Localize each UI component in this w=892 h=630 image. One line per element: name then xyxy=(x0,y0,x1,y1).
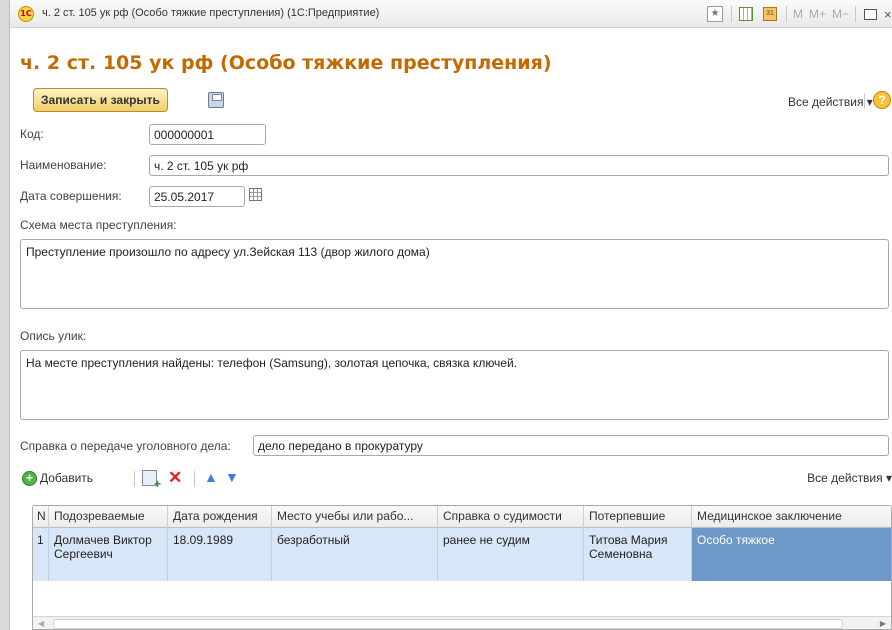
transfer-label: Справка о передаче уголовного дела: xyxy=(20,439,231,453)
column-header-workplace[interactable]: Место учебы или рабо... xyxy=(272,506,438,528)
delete-row-icon[interactable]: ✕ xyxy=(168,468,182,488)
add-row-button[interactable]: + Добавить xyxy=(22,467,93,489)
document-title: ч. 2 ст. 105 ук рф (Особо тяжкие преступ… xyxy=(20,52,552,74)
cell-suspect[interactable]: Долмачев Виктор Сергеевич xyxy=(49,528,168,581)
scrollbar-thumb[interactable] xyxy=(53,619,843,629)
close-button[interactable]: × xyxy=(884,5,892,23)
calculator-icon xyxy=(738,7,753,21)
cell-victim[interactable]: Титова Мария Семеновна xyxy=(584,528,692,581)
title-bar: 1С ч. 2 ст. 105 ук рф (Особо тяжкие прес… xyxy=(10,0,892,28)
calendar-icon: 31 xyxy=(762,7,777,21)
column-header-medical[interactable]: Медицинское заключение xyxy=(692,506,891,528)
column-header-n[interactable]: N xyxy=(33,506,49,528)
column-header-suspects[interactable]: Подозреваемые xyxy=(49,506,168,528)
scheme-label: Схема места преступления: xyxy=(20,218,177,232)
window-title: ч. 2 ст. 105 ук рф (Особо тяжкие преступ… xyxy=(42,7,380,19)
cell-medical-conclusion[interactable]: Особо тяжкое xyxy=(692,528,891,581)
name-field[interactable] xyxy=(149,155,889,176)
toolbar-separator xyxy=(864,93,865,109)
calendar-icon xyxy=(249,188,262,201)
date-label: Дата совершения: xyxy=(20,189,122,203)
maximize-icon xyxy=(863,8,877,20)
document-window: 1С ч. 2 ст. 105 ук рф (Особо тяжкие прес… xyxy=(10,0,892,630)
calculator-button[interactable] xyxy=(736,5,756,23)
name-label: Наименование: xyxy=(20,158,107,172)
add-label: Добавить xyxy=(40,471,94,485)
table-header: N Подозреваемые Дата рождения Место учеб… xyxy=(33,506,891,528)
code-label: Код: xyxy=(20,127,44,141)
suspects-table[interactable]: N Подозреваемые Дата рождения Место учеб… xyxy=(32,505,892,630)
horizontal-scrollbar[interactable]: ◀ ▶ xyxy=(33,616,891,629)
memory-minus-button[interactable]: M− xyxy=(832,7,849,21)
cell-n: 1 xyxy=(33,528,49,581)
date-picker-button[interactable] xyxy=(248,187,264,203)
table-toolbar: + Добавить ✕ ▲ ▼ Все действия ▾ xyxy=(22,467,892,491)
help-icon[interactable]: ? xyxy=(873,91,891,109)
all-actions-menu[interactable]: Все действия ▾ xyxy=(788,95,873,109)
toolbar-separator xyxy=(194,471,195,487)
table-row[interactable]: 1 Долмачев Виктор Сергеевич 18.09.1989 б… xyxy=(33,528,891,581)
toolbar-separator xyxy=(134,471,135,487)
title-separator xyxy=(730,6,732,22)
date-field[interactable] xyxy=(149,186,245,207)
cell-criminal-record[interactable]: ранее не судим xyxy=(438,528,584,581)
evidence-label: Опись улик: xyxy=(20,329,87,343)
title-separator xyxy=(785,6,787,22)
maximize-button[interactable] xyxy=(860,5,880,23)
memory-m-button[interactable]: M xyxy=(793,7,803,21)
scroll-right-icon[interactable]: ▶ xyxy=(880,619,886,628)
copy-row-icon[interactable] xyxy=(142,470,161,491)
save-and-close-button[interactable]: Записать и закрыть xyxy=(33,88,168,112)
add-icon: + xyxy=(22,470,37,486)
column-header-victims[interactable]: Потерпевшие xyxy=(584,506,692,528)
column-header-criminal-record[interactable]: Справка о судимости xyxy=(438,506,584,528)
move-down-icon[interactable]: ▼ xyxy=(225,469,239,485)
save-icon[interactable] xyxy=(208,92,224,108)
star-icon: ★ xyxy=(706,6,723,22)
memory-plus-button[interactable]: M+ xyxy=(809,7,826,21)
cell-workplace[interactable]: безработный xyxy=(272,528,438,581)
calendar-button[interactable]: 31 xyxy=(760,5,780,23)
title-bar-tools: ★ 31 M M+ M− × xyxy=(701,4,892,24)
evidence-textarea[interactable] xyxy=(20,350,889,420)
favorite-button[interactable]: ★ xyxy=(705,5,725,23)
title-separator xyxy=(855,6,856,22)
1c-logo-icon: 1С xyxy=(18,6,34,22)
transfer-field[interactable] xyxy=(253,435,889,456)
move-up-icon[interactable]: ▲ xyxy=(204,469,218,485)
cell-birth-date[interactable]: 18.09.1989 xyxy=(168,528,272,581)
scroll-left-icon[interactable]: ◀ xyxy=(38,619,44,628)
code-field[interactable] xyxy=(149,124,266,145)
table-all-actions-menu[interactable]: Все действия ▾ xyxy=(807,471,892,485)
column-header-birth-date[interactable]: Дата рождения xyxy=(168,506,272,528)
window-left-edge xyxy=(0,0,10,630)
scheme-textarea[interactable] xyxy=(20,239,889,309)
